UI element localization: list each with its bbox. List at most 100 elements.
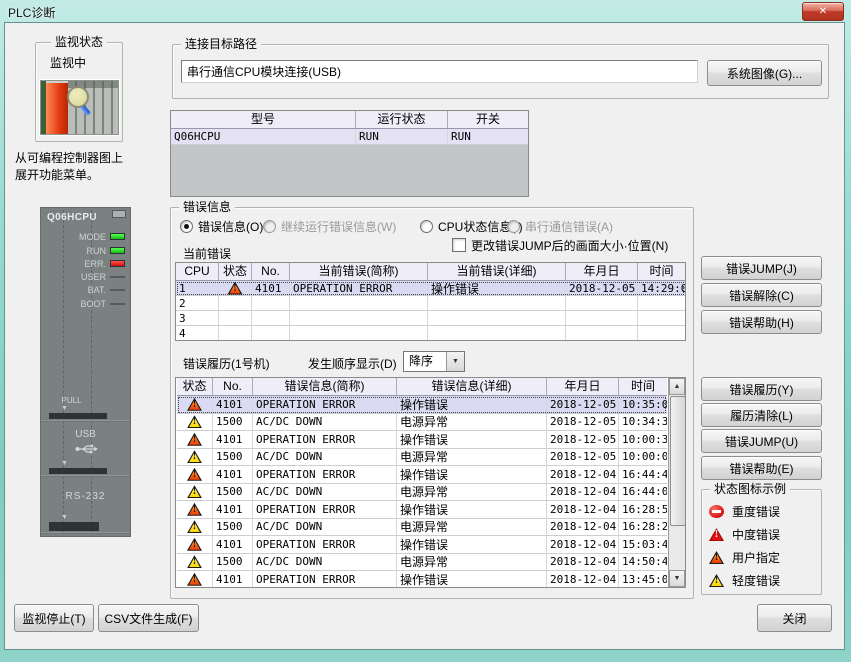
error-jump-button[interactable]: 错误JUMP(J)	[701, 256, 822, 280]
status-cell	[177, 536, 213, 553]
error-short: AC/DC DOWN	[253, 414, 397, 431]
checkbox-label: 更改错误JUMP后的画面大小·位置(N)	[471, 237, 668, 254]
led-row: USER	[81, 272, 125, 281]
error-time: 16:28:50	[619, 501, 667, 518]
scrollbar-thumb[interactable]	[670, 396, 686, 526]
button-label: CSV文件生成(F)	[105, 610, 193, 627]
history-row[interactable]: 4101 OPERATION ERROR 操作错误 2018-12-04 13:…	[177, 571, 667, 588]
error-date: 2018-12-05	[547, 449, 619, 466]
current-error-table: CPU 状态 No. 当前错误(简称) 当前错误(详细) 年月日 时间 1 41…	[175, 262, 686, 341]
column-header: 状态	[219, 263, 252, 281]
radio-serial-comm-error: 串行通信错误(A)	[507, 219, 613, 233]
connection-path-label: 连接目标路径	[181, 37, 261, 52]
scroll-up-icon[interactable]: ▲	[669, 378, 685, 395]
hint-line-2: 展开功能菜单。	[15, 167, 123, 184]
history-row[interactable]: 1500 AC/DC DOWN 电源异常 2018-12-04 14:50:44	[177, 554, 667, 572]
error-code: 1500	[213, 484, 253, 501]
module-table-header: 型号 运行状态 开关	[171, 111, 528, 129]
button-label: 错误JUMP(U)	[725, 433, 798, 450]
sort-order-value: 降序	[404, 352, 446, 371]
error-detail: 电源异常	[397, 554, 547, 571]
warning-triangle-icon	[187, 450, 202, 463]
monitor-stop-button[interactable]: 监视停止(T)	[14, 604, 94, 632]
status-cell	[177, 571, 213, 588]
warning-triangle-icon	[187, 468, 202, 481]
module-slot	[49, 522, 99, 531]
plc-diagnostics-dialog: PLC诊断 ✕ 监视状态 监视中 从可编程控制器图上 展开功能菜单。 Q06HC…	[0, 0, 851, 662]
cpu-model-label: Q06HCPU	[47, 212, 97, 223]
module-slot	[49, 468, 107, 474]
module-model: Q06HCPU	[171, 129, 356, 144]
current-error-row[interactable]: 3	[176, 311, 685, 326]
cpu-number: 3	[176, 311, 219, 325]
csv-generate-button[interactable]: CSV文件生成(F)	[98, 604, 199, 632]
history-clear-button[interactable]: 履历清除(L)	[701, 403, 822, 427]
error-clear-button[interactable]: 错误解除(C)	[701, 283, 822, 307]
module-row[interactable]: Q06HCPU RUN RUN	[171, 129, 528, 145]
error-time: 10:35:01	[619, 396, 667, 413]
current-error-row[interactable]: 1 4101 OPERATION ERROR 操作错误 2018-12-05 1…	[176, 281, 685, 296]
current-error-row[interactable]: 2	[176, 296, 685, 311]
pull-label: PULL	[27, 396, 116, 405]
history-row[interactable]: 4101 OPERATION ERROR 操作错误 2018-12-05 10:…	[177, 396, 667, 414]
resize-after-jump-checkbox[interactable]: 更改错误JUMP后的画面大小·位置(N)	[452, 238, 668, 252]
status-cell	[177, 396, 213, 413]
radio-error-info[interactable]: 错误信息(O)	[180, 219, 263, 233]
status-cell	[177, 484, 213, 501]
led-label: BOOT	[80, 299, 106, 309]
module-slot	[49, 413, 107, 419]
plc-rack-thumbnail[interactable]	[40, 80, 119, 135]
connection-path-field[interactable]: 串行通信CPU模块连接(USB)	[181, 60, 698, 83]
minor-error-icon	[709, 574, 724, 587]
history-error-help-button[interactable]: 错误帮助(E)	[701, 456, 822, 480]
sort-order-dropdown[interactable]: 降序 ▼	[403, 351, 465, 372]
rs232-port-label: RS-232	[41, 491, 130, 502]
history-row[interactable]: 1500 AC/DC DOWN 电源异常 2018-12-04 16:28:29	[177, 519, 667, 537]
cover-arrow-icon: ▼	[61, 460, 68, 467]
led-row: BAT.	[88, 285, 125, 294]
history-error-jump-button[interactable]: 错误JUMP(U)	[701, 429, 822, 453]
history-scrollbar[interactable]: ▲ ▼	[668, 378, 685, 587]
history-row[interactable]: 4101 OPERATION ERROR 操作错误 2018-12-05 10:…	[177, 431, 667, 449]
pull-arrow-icon: ▼	[61, 405, 68, 412]
history-row[interactable]: 1500 AC/DC DOWN 电源异常 2018-12-04 16:44:06	[177, 484, 667, 502]
scroll-down-icon[interactable]: ▼	[669, 570, 685, 587]
legend-label: 用户指定	[732, 549, 780, 566]
error-time: 10:34:30	[619, 414, 667, 431]
radio-dot	[263, 220, 276, 233]
warning-triangle-icon	[187, 485, 202, 498]
current-error-row[interactable]: 4	[176, 326, 685, 341]
error-short: AC/DC DOWN	[253, 449, 397, 466]
radio-dot	[180, 220, 193, 233]
led-label: ERR.	[84, 259, 106, 269]
usb-port-label: USB	[41, 429, 130, 440]
error-short: AC/DC DOWN	[253, 519, 397, 536]
warning-triangle-icon	[187, 555, 202, 568]
module-edge	[41, 532, 130, 534]
button-label: 关闭	[782, 610, 806, 627]
titlebar[interactable]: PLC诊断 ✕	[0, 0, 851, 22]
module-switch: RUN	[448, 129, 528, 144]
error-detail: 电源异常	[397, 414, 547, 431]
system-image-button-label: 系统图像(G)...	[727, 65, 802, 82]
system-image-button[interactable]: 系统图像(G)...	[707, 60, 822, 86]
history-row[interactable]: 4101 OPERATION ERROR 操作错误 2018-12-04 15:…	[177, 536, 667, 554]
error-help-button[interactable]: 错误帮助(H)	[701, 310, 822, 334]
status-cell	[219, 281, 252, 295]
close-icon[interactable]: ✕	[802, 2, 844, 21]
error-date: 2018-12-04	[547, 571, 619, 588]
cpu-module-graphic[interactable]: Q06HCPU MODE RUN ERR. USER BAT. BOOT PUL…	[40, 207, 131, 537]
history-row[interactable]: 4101 OPERATION ERROR 操作错误 2018-12-04 16:…	[177, 501, 667, 519]
close-button[interactable]: 关闭	[757, 604, 832, 632]
error-history-button[interactable]: 错误履历(Y)	[701, 377, 822, 401]
column-header: 年月日	[566, 263, 638, 281]
led-label: BAT.	[88, 285, 106, 295]
error-detail: 电源异常	[397, 484, 547, 501]
err-led	[110, 260, 125, 267]
history-row[interactable]: 1500 AC/DC DOWN 电源异常 2018-12-05 10:34:30	[177, 414, 667, 432]
error-detail: 操作错误	[397, 466, 547, 483]
history-row[interactable]: 1500 AC/DC DOWN 电源异常 2018-12-05 10:00:01	[177, 449, 667, 467]
error-detail: 操作错误	[397, 571, 547, 588]
error-code: 4101	[213, 431, 253, 448]
history-row[interactable]: 4101 OPERATION ERROR 操作错误 2018-12-04 16:…	[177, 466, 667, 484]
